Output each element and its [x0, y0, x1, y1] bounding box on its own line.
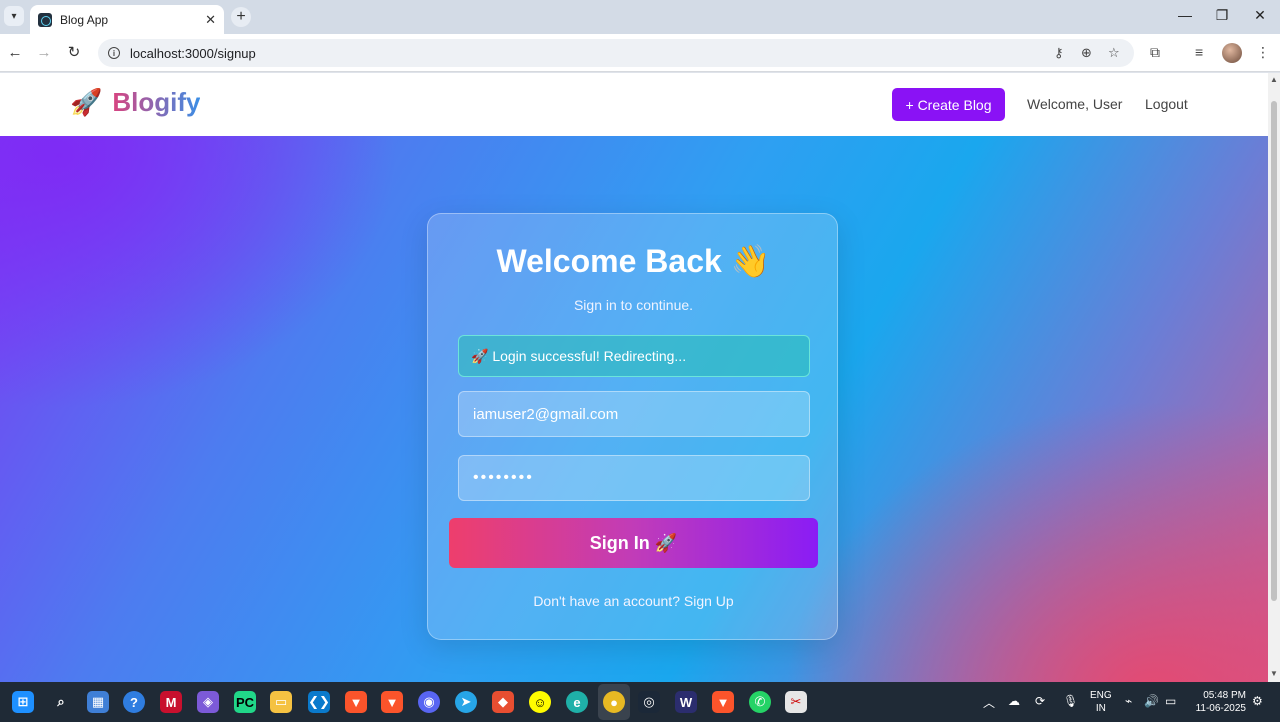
search-icon[interactable]: ⌕ [50, 691, 72, 713]
browser-menu-icon[interactable]: ⋮ [1256, 44, 1270, 61]
discord-icon[interactable]: ◉ [418, 691, 440, 713]
snipping-tool-icon[interactable]: ✂ [785, 691, 807, 713]
scroll-up-icon[interactable]: ▲ [1270, 75, 1278, 84]
pycharm-icon[interactable]: PC [234, 691, 256, 713]
url-text[interactable]: localhost:3000/signup [130, 46, 256, 61]
maximize-button[interactable]: ❐ [1212, 7, 1232, 24]
store-icon[interactable]: ▦ [87, 691, 109, 713]
file-explorer-icon[interactable]: ▭ [270, 691, 292, 713]
login-title: Welcome Back 👋 [496, 243, 771, 279]
scroll-down-icon[interactable]: ▼ [1270, 669, 1278, 678]
vscode-icon[interactable]: ❮❯ [308, 691, 330, 713]
login-subtitle: Sign in to continue. [573, 297, 694, 313]
tab-title: Blog App [60, 12, 109, 27]
welcome-user-text: Welcome, User [1027, 96, 1123, 112]
new-tab-button[interactable]: + [231, 7, 251, 27]
gradient-background: Welcome Back 👋 Sign in to continue. 🚀 Lo… [0, 136, 1268, 682]
battery-icon[interactable]: ▭ [1165, 694, 1176, 708]
mcafee-icon[interactable]: M [160, 691, 182, 713]
success-alert: 🚀 Login successful! Redirecting... [458, 335, 810, 377]
snapchat-icon[interactable]: ☺ [529, 691, 551, 713]
tab-search-menu-icon[interactable]: ▾ [4, 6, 24, 26]
help-icon[interactable]: ? [123, 691, 145, 713]
brave-nightly-icon[interactable]: ▼ [712, 691, 734, 713]
language-code: ENG [1090, 690, 1112, 701]
git-icon[interactable]: ◆ [492, 691, 514, 713]
sign-up-link[interactable]: Don't have an account? Sign Up [428, 593, 839, 609]
page-scrollbar[interactable]: ▲ ▼ [1268, 73, 1280, 682]
whatsapp-icon[interactable]: ✆ [749, 691, 771, 713]
reload-icon[interactable]: ↻ [64, 43, 84, 63]
zoom-icon[interactable]: ⊕ [1081, 45, 1092, 61]
clock-date: 11-06-2025 [1195, 703, 1246, 714]
chrome-icon[interactable]: ● [603, 691, 625, 713]
extensions-puzzle-icon[interactable]: ⧉ [1150, 44, 1160, 61]
web-page: 🚀 Blogify + Create Blog Welcome, User Lo… [0, 73, 1268, 682]
react-favicon-icon [38, 12, 52, 27]
profile-avatar[interactable] [1222, 43, 1242, 63]
brave-icon[interactable]: ▼ [345, 691, 367, 713]
steam-icon[interactable]: ◎ [638, 691, 660, 713]
language-indicator[interactable]: ENG IN [1090, 689, 1112, 715]
browser-toolbar: ← → ↻ i localhost:3000/signup ⚷ ⊕ ☆ [0, 34, 1280, 72]
onedrive-icon[interactable]: ☁ [1008, 694, 1020, 708]
logout-link[interactable]: Logout [1145, 96, 1188, 112]
login-card: Welcome Back 👋 Sign in to continue. 🚀 Lo… [427, 213, 838, 640]
close-window-button[interactable]: ✕ [1250, 7, 1270, 24]
brave-beta-icon[interactable]: ▼ [381, 691, 403, 713]
clock-time: 05:48 PM [1203, 690, 1246, 701]
create-blog-button[interactable]: + Create Blog [892, 88, 1005, 121]
telegram-icon[interactable]: ➤ [455, 691, 477, 713]
copilot-icon[interactable]: ◈ [197, 691, 219, 713]
password-field[interactable]: •••••••• [458, 455, 810, 501]
notification-icon[interactable]: ⚙ [1252, 694, 1263, 708]
tab-blog-app[interactable]: Blog App ✕ [30, 5, 224, 34]
network-icon[interactable]: ⌁ [1125, 694, 1132, 708]
address-bar[interactable]: i localhost:3000/signup ⚷ ⊕ ☆ [98, 39, 1134, 67]
email-field[interactable]: iamuser2@gmail.com [458, 391, 810, 437]
brand-name: Blogify [112, 87, 201, 117]
edge-icon[interactable]: e [566, 691, 588, 713]
scroll-thumb[interactable] [1271, 101, 1277, 601]
rocket-icon: 🚀 [70, 87, 103, 117]
back-arrow-icon[interactable]: ← [5, 43, 25, 63]
bookmark-star-icon[interactable]: ☆ [1108, 45, 1120, 61]
windows-taskbar: ⊞ ⌕ ▦ ? M ◈ PC ▭ ❮❯ ▼ ▼ ◉ ➤ ◆ ☺ e ● ◎ W … [0, 682, 1280, 722]
brand-logo[interactable]: 🚀 Blogify [70, 87, 200, 118]
region-code: IN [1095, 703, 1106, 714]
tray-chevron-icon[interactable]: ︿ [983, 694, 995, 711]
webstorm-icon[interactable]: W [675, 691, 697, 713]
windows-start-icon[interactable]: ⊞ [12, 691, 34, 713]
browser-tab-bar: ▾ Blog App ✕ + — ❐ ✕ [0, 0, 1280, 34]
volume-icon[interactable]: 🔊 [1144, 694, 1159, 708]
sign-in-button[interactable]: Sign In 🚀 [449, 518, 818, 568]
site-navbar: 🚀 Blogify + Create Blog Welcome, User Lo… [0, 73, 1268, 136]
tab-close-icon[interactable]: ✕ [205, 12, 216, 28]
system-clock[interactable]: 05:48 PM 11-06-2025 [1188, 689, 1246, 715]
minimize-button[interactable]: — [1175, 7, 1195, 23]
forward-arrow-icon[interactable]: → [34, 43, 54, 63]
site-info-icon[interactable]: i [108, 47, 120, 59]
microphone-icon[interactable]: 🎙 [1063, 694, 1078, 708]
media-control-icon[interactable]: ≡ [1195, 44, 1203, 60]
sync-icon[interactable]: ⟳ [1035, 694, 1045, 708]
password-key-icon[interactable]: ⚷ [1054, 45, 1064, 61]
